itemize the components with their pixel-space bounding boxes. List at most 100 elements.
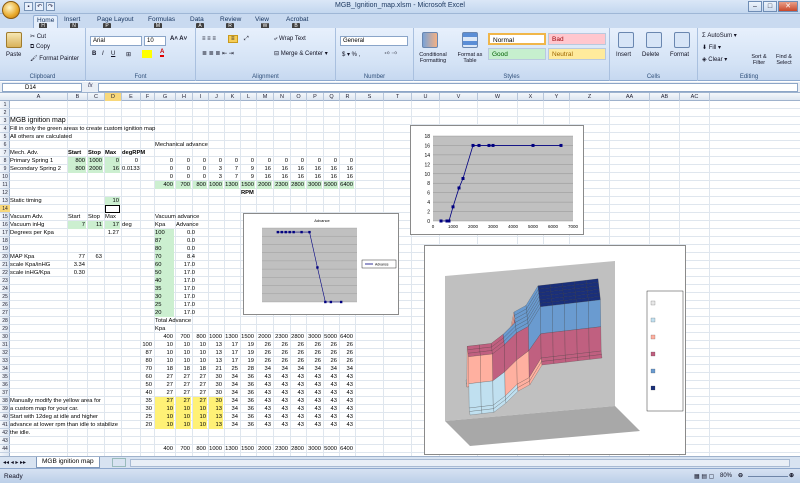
total-kpa[interactable]: 100 (141, 341, 153, 349)
bold-button[interactable]: B (92, 51, 96, 57)
total-cell[interactable]: 10 (193, 357, 207, 365)
mech-table-cell[interactable]: 16 (340, 165, 354, 173)
rpm-cell[interactable]: 5000 (324, 181, 338, 189)
vac-kpa[interactable]: 35 (155, 285, 174, 293)
vac-header[interactable]: Vacuum Adv. (10, 213, 66, 221)
formula-input[interactable] (98, 83, 798, 92)
row-header-15[interactable]: 15 (0, 213, 10, 221)
manual-note[interactable]: a custom map for your car. (10, 405, 160, 413)
manual-note[interactable]: advance at lower rpm than idle to stabil… (10, 421, 160, 429)
total-cell[interactable]: 13 (209, 413, 223, 421)
total-cell[interactable]: 43 (307, 413, 322, 421)
row-header-14[interactable]: 14 (0, 205, 10, 213)
mech-table-cell[interactable]: 16 (307, 165, 322, 173)
col-header-ac[interactable]: AC (680, 93, 710, 101)
total-cell[interactable]: 43 (340, 389, 354, 397)
sort-filter-button[interactable]: Sort & Filter (748, 54, 770, 66)
total-cell[interactable]: 26 (257, 341, 272, 349)
mech-table-cell[interactable]: 16 (340, 173, 354, 181)
total-advance-surface-chart[interactable] (424, 245, 686, 455)
total-cell[interactable]: 10 (176, 413, 191, 421)
col-header-aa[interactable]: AA (610, 93, 650, 101)
vac-kpa[interactable]: 60 (155, 261, 174, 269)
format-painter-button[interactable]: 🖌 Format Painter (30, 55, 79, 62)
zoom-out-icon[interactable]: ⊖ (738, 472, 743, 479)
rpm-cell[interactable]: 3000 (307, 181, 322, 189)
total-kpa[interactable]: 87 (141, 349, 153, 357)
total-rpm-footer[interactable]: 800 (193, 445, 207, 453)
total-kpa[interactable]: 50 (141, 381, 153, 389)
row-header-13[interactable]: 13 (0, 197, 10, 205)
total-cell[interactable]: 36 (241, 405, 255, 413)
total-cell[interactable]: 26 (324, 357, 338, 365)
mech-table-cell[interactable]: 0 (307, 157, 322, 165)
row-header-23[interactable]: 23 (0, 277, 10, 285)
mech-table-cell[interactable]: 7 (225, 173, 239, 181)
total-cell[interactable]: 26 (291, 357, 305, 365)
clear-button[interactable]: ◈ Clear ▾ (702, 56, 727, 63)
italic-button[interactable]: I (102, 51, 104, 57)
vac-adv[interactable]: 8.4 (176, 253, 196, 261)
tab-page-layout[interactable]: Page Layout (97, 16, 134, 23)
total-cell[interactable]: 13 (209, 405, 223, 413)
total-rpm[interactable]: 400 (155, 333, 174, 341)
col-header-m[interactable]: M (257, 93, 274, 101)
mech-table-cell[interactable]: 0 (324, 157, 338, 165)
row-header-32[interactable]: 32 (0, 349, 10, 357)
col-header-ab[interactable]: AB (650, 93, 680, 101)
total-cell[interactable]: 43 (291, 381, 305, 389)
total-cell[interactable]: 43 (307, 381, 322, 389)
total-cell[interactable]: 26 (291, 341, 305, 349)
vac-cell[interactable]: Vacuum inHg (10, 221, 66, 229)
mech-table-cell[interactable]: 0 (193, 173, 207, 181)
grow-font-button[interactable]: A˄ A˅ (170, 36, 187, 42)
row-header-22[interactable]: 22 (0, 269, 10, 277)
vac-cell[interactable]: 11 (88, 221, 103, 229)
note[interactable]: Fill in only the green areas to create c… (10, 125, 210, 133)
row-header-12[interactable]: 12 (0, 189, 10, 197)
total-cell[interactable]: 34 (291, 365, 305, 373)
total-cell[interactable]: 43 (274, 405, 289, 413)
total-cell[interactable]: 13 (209, 357, 223, 365)
total-cell[interactable]: 27 (193, 389, 207, 397)
paste-button[interactable]: Paste (6, 52, 21, 58)
total-cell[interactable]: 34 (340, 365, 354, 373)
total-cell[interactable]: 43 (274, 397, 289, 405)
vac-adv[interactable]: 0.0 (176, 237, 196, 245)
vac-col-header[interactable]: Advance (176, 221, 206, 229)
format-cells-icon[interactable] (674, 32, 690, 48)
total-cell[interactable]: 43 (274, 413, 289, 421)
cut-button[interactable]: ✂ Cut (30, 33, 46, 40)
total-cell[interactable]: 10 (193, 421, 207, 429)
total-cell[interactable]: 27 (176, 389, 191, 397)
mech-table-cell[interactable]: 7 (225, 165, 239, 173)
row-header-2[interactable]: 2 (0, 109, 10, 117)
number-format-select[interactable]: General (340, 36, 408, 46)
mech-table-cell[interactable]: 16 (291, 165, 305, 173)
total-cell[interactable]: 43 (307, 373, 322, 381)
map-cell[interactable]: MAP Kpa (10, 253, 66, 261)
vac-adv[interactable]: 17.0 (176, 261, 196, 269)
vac-adv[interactable]: 17.0 (176, 285, 196, 293)
row-header-1[interactable]: 1 (0, 101, 10, 109)
total-title[interactable]: Total Advance (155, 317, 235, 325)
rpm-cell[interactable]: 2800 (291, 181, 305, 189)
row-header-37[interactable]: 37 (0, 389, 10, 397)
vac-adv[interactable]: 17.0 (176, 277, 196, 285)
total-rpm-footer[interactable]: 1500 (241, 445, 255, 453)
vac-adv[interactable]: 0.0 (176, 229, 196, 237)
minimize-button[interactable]: – (748, 1, 762, 12)
total-cell[interactable]: 19 (241, 341, 255, 349)
vac-adv[interactable]: 17.0 (176, 301, 196, 309)
style-bad[interactable]: Bad (548, 33, 606, 45)
row-header-41[interactable]: 41 (0, 421, 10, 429)
mech-table-cell[interactable]: 0 (155, 165, 174, 173)
row-header-38[interactable]: 38 (0, 397, 10, 405)
rpm-cell[interactable]: 2300 (274, 181, 289, 189)
col-header-c[interactable]: C (88, 93, 105, 101)
rpm-cell[interactable]: 700 (176, 181, 191, 189)
tab-data[interactable]: Data (190, 16, 204, 23)
vac-kpa[interactable]: 80 (155, 245, 174, 253)
align-top-icon[interactable]: ≡ ≡ ≡ (202, 36, 216, 42)
total-cell[interactable]: 26 (307, 357, 322, 365)
